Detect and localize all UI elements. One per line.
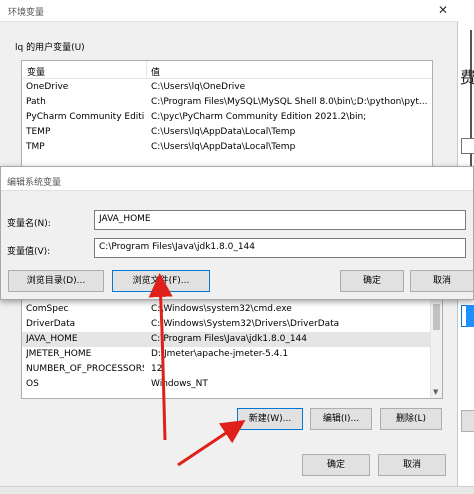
- table-row[interactable]: Path C:\Program Files\MySQL\MySQL Shell …: [22, 95, 432, 110]
- variable-name: OS: [26, 379, 39, 389]
- variable-name: TEMP: [26, 127, 51, 137]
- variable-name: DriverData: [26, 319, 76, 329]
- variable-name: JAVA_HOME: [26, 334, 78, 344]
- variable-value-label: 变量值(V):: [7, 247, 51, 257]
- dialog-ok-button[interactable]: 确定: [340, 270, 404, 292]
- table-row[interactable]: JMETER_HOME D:\Jmeter\apache-jmeter-5.4.…: [22, 347, 442, 362]
- variable-value: C:\pyc\PyCharm Community Edition 2021.2\…: [151, 112, 367, 122]
- table-row[interactable]: ComSpec C:\Windows\system32\cmd.exe: [22, 302, 442, 317]
- table-row[interactable]: TEMP C:\Users\lq\AppData\Local\Temp: [22, 125, 432, 140]
- variable-value: D:\Jmeter\apache-jmeter-5.4.1: [151, 349, 289, 359]
- variable-value-input[interactable]: C:\Program Files\Java\jdk1.8.0_144: [94, 238, 466, 258]
- user-variables-list[interactable]: 变量 值 OneDrive C:\Users\lq\OneDrive Path …: [21, 60, 433, 180]
- title-bar: 环境变量 ✕: [0, 0, 458, 22]
- taskbar-strip: [0, 486, 474, 494]
- variable-name: NUMBER_OF_PROCESSORS: [26, 364, 144, 374]
- new-variable-button[interactable]: 新建(W)...: [237, 408, 303, 430]
- dialog-title-bar: 编辑系统变量: [1, 167, 473, 191]
- table-row[interactable]: TMP C:\Users\lq\AppData\Local\Temp: [22, 140, 432, 155]
- scrollbar-thumb[interactable]: [433, 304, 440, 330]
- window-title: 环境变量: [8, 8, 45, 18]
- variable-name-input[interactable]: JAVA_HOME: [94, 210, 466, 230]
- delete-variable-button[interactable]: 删除(L): [380, 408, 442, 430]
- cancel-button[interactable]: 取消: [378, 454, 446, 476]
- column-header-value[interactable]: 值: [151, 65, 160, 78]
- scroll-down-icon[interactable]: ▼: [433, 388, 438, 396]
- variable-name: ComSpec: [26, 304, 69, 314]
- background-button: [461, 410, 474, 432]
- variable-value: C:\Users\lq\AppData\Local\Temp: [151, 127, 296, 137]
- system-variables-list[interactable]: ComSpec C:\Windows\system32\cmd.exe Driv…: [21, 283, 443, 399]
- ok-button[interactable]: 确定: [302, 454, 370, 476]
- column-separator: [146, 61, 147, 79]
- column-header-variable[interactable]: 变量: [27, 65, 45, 78]
- list-header: 变量 值: [22, 61, 432, 79]
- vertical-scrollbar[interactable]: ▼: [430, 284, 442, 398]
- table-row[interactable]: OneDrive C:\Users\lq\OneDrive: [22, 80, 432, 95]
- variable-value: C:\Program Files\MySQL\MySQL Shell 8.0\b…: [151, 97, 428, 107]
- user-variables-label: lq 的用户变量(U): [15, 43, 85, 53]
- close-icon[interactable]: ✕: [436, 2, 450, 18]
- table-row[interactable]: DriverData C:\Windows\System32\Drivers\D…: [22, 317, 442, 332]
- variable-value: 12: [151, 364, 163, 374]
- table-row[interactable]: PyCharm Community Edition C:\pyc\PyCharm…: [22, 110, 432, 125]
- background-checkbox: [461, 138, 474, 154]
- variable-name: TMP: [26, 142, 45, 152]
- browse-file-button[interactable]: 浏览文件(F)...: [112, 270, 210, 292]
- table-row[interactable]: NUMBER_OF_PROCESSORS 12: [22, 362, 442, 377]
- background-text: 费: [460, 68, 474, 87]
- variable-name-label: 变量名(N):: [7, 219, 51, 229]
- background-accent: [466, 305, 474, 327]
- variable-value: Windows_NT: [151, 379, 208, 389]
- table-row-selected[interactable]: JAVA_HOME C:\Program Files\Java\jdk1.8.0…: [22, 332, 442, 347]
- variable-value: C:\Users\lq\AppData\Local\Temp: [151, 142, 296, 152]
- variable-value: C:\Windows\System32\Drivers\DriverData: [151, 319, 340, 329]
- table-row[interactable]: OS Windows_NT: [22, 377, 442, 392]
- variable-name: PyCharm Community Edition: [26, 112, 144, 122]
- variable-value: C:\Windows\system32\cmd.exe: [151, 304, 292, 314]
- variable-name: JMETER_HOME: [26, 349, 92, 359]
- edit-variable-button[interactable]: 编辑(I)...: [310, 408, 372, 430]
- variable-value: C:\Users\lq\OneDrive: [151, 82, 246, 92]
- browse-directory-button[interactable]: 浏览目录(D)...: [8, 270, 104, 292]
- variable-name: OneDrive: [26, 82, 69, 92]
- edit-system-variable-dialog: 编辑系统变量 变量名(N): JAVA_HOME 变量值(V): C:\Prog…: [0, 166, 474, 300]
- variable-name: Path: [26, 97, 46, 107]
- dialog-cancel-button[interactable]: 取消: [410, 270, 474, 292]
- variable-value: C:\Program Files\Java\jdk1.8.0_144: [151, 334, 308, 344]
- dialog-title: 编辑系统变量: [7, 178, 62, 188]
